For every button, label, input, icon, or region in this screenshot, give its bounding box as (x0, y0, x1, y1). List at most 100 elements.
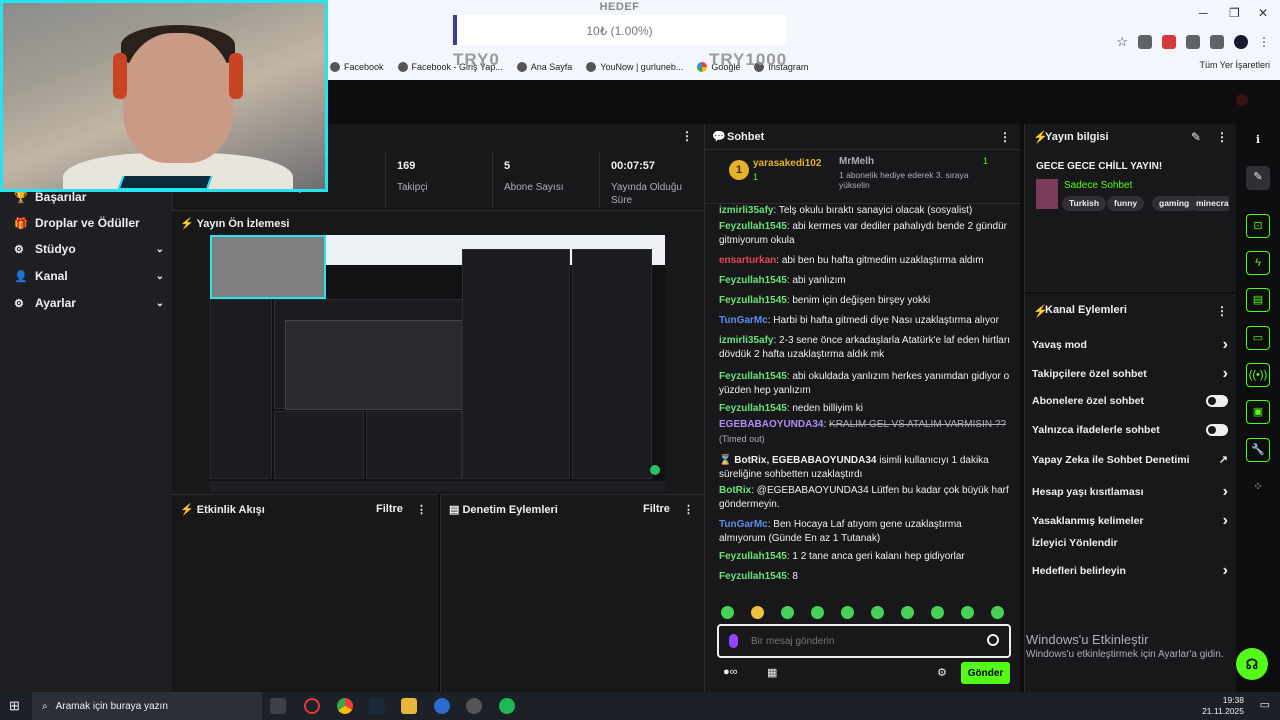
menu-icon[interactable]: ⋮ (1258, 35, 1270, 49)
profile-avatar[interactable] (1234, 35, 1248, 49)
media-icon[interactable] (1210, 35, 1224, 49)
steam-icon[interactable] (369, 698, 385, 714)
chat-username[interactable]: izmirli35afy (719, 205, 773, 216)
emote-icon[interactable] (781, 606, 794, 619)
sidebar-item-channel[interactable]: 👤 Kanal ⌄ (14, 269, 164, 283)
monitor-icon[interactable]: ▣ (1246, 400, 1270, 424)
emote-icon[interactable] (811, 606, 824, 619)
chat-username[interactable]: Feyzullah1545 (719, 221, 787, 232)
windows-start-icon[interactable]: ⊞ (9, 698, 20, 714)
chat-username[interactable]: ensarturkan (719, 255, 776, 266)
sidebar-item-settings[interactable]: ⚙ Ayarlar ⌄ (14, 296, 164, 310)
channel-action-row[interactable]: Abonelere özel sohbet (1032, 395, 1228, 407)
top-gifter-name: yarasakedi102 (753, 158, 822, 169)
microphone-icon[interactable] (729, 634, 738, 648)
channel-action-row[interactable]: Yasaklanmış kelimeler › (1032, 512, 1228, 530)
taskbar-clock[interactable]: 19:38 21.11.2025 (1202, 695, 1244, 717)
activity-filter-button[interactable]: Filtre (376, 503, 403, 515)
chevron-right-icon: › (1222, 365, 1228, 382)
moderation-filter-button[interactable]: Filtre (643, 503, 670, 515)
chat-message-input[interactable] (751, 632, 981, 650)
pencil-icon[interactable]: ✎ (1246, 166, 1270, 190)
emoji-icon[interactable] (987, 634, 999, 646)
document-icon[interactable]: ▤ (1246, 288, 1270, 312)
all-bookmarks-link[interactable]: Tüm Yer İşaretleri (1199, 60, 1270, 70)
bookmark-item[interactable]: Ana Sayfa (516, 62, 572, 72)
chat-username[interactable]: TunGarMc (719, 315, 768, 326)
extension-icon[interactable] (1138, 35, 1152, 49)
stream-info-panel: ⚡ Yayın bilgisi ✎ ⋮ GECE GECE CHİLL YAYI… (1024, 124, 1236, 292)
wrench-icon[interactable]: 🔧 (1246, 438, 1270, 462)
channel-action-row[interactable]: İzleyici Yönlendir (1032, 537, 1228, 549)
channel-action-row[interactable]: Yapay Zeka ile Sohbet Denetimi ↗ (1032, 453, 1228, 467)
chat-username[interactable]: Feyzullah1545 (719, 371, 787, 382)
bookmark-item[interactable]: Facebook (330, 62, 384, 72)
emote-icon[interactable] (931, 606, 944, 619)
broadcast-icon[interactable]: ((•)) (1246, 363, 1270, 387)
sidebar-item-achievements[interactable]: 🏆 Başarılar (14, 190, 164, 204)
more-options-icon[interactable]: ⋮ (683, 503, 694, 516)
extension-icon[interactable] (1162, 35, 1176, 49)
send-button[interactable]: Gönder (961, 662, 1010, 684)
chat-username[interactable]: TunGarMc (719, 519, 768, 530)
emote-icon[interactable] (991, 606, 1004, 619)
minimize-icon[interactable]: ─ (1199, 6, 1208, 20)
channel-action-row[interactable]: Hedefleri belirleyin › (1032, 562, 1228, 580)
chat-username[interactable]: Feyzullah1545 (719, 551, 787, 562)
channel-action-row[interactable]: Yavaş mod › (1032, 336, 1228, 354)
info-icon[interactable]: ℹ (1246, 129, 1270, 153)
emote-icon[interactable] (751, 606, 764, 619)
chat-icon[interactable]: ▭ (1246, 326, 1270, 350)
chat-username[interactable]: Feyzullah1545 (719, 403, 787, 414)
more-options-icon[interactable]: ⋮ (1216, 304, 1228, 318)
stream-preview-video[interactable] (210, 235, 665, 491)
gear-icon[interactable]: ⚙ (937, 666, 947, 679)
toggle-switch[interactable] (1206, 395, 1228, 407)
toggle-switch[interactable] (1206, 424, 1228, 436)
chat-username[interactable]: BotRix (719, 485, 751, 496)
emote-icon[interactable] (871, 606, 884, 619)
lightning-icon[interactable]: ϟ (1246, 251, 1270, 275)
more-options-icon[interactable]: ⋮ (416, 503, 427, 516)
channel-action-row[interactable]: Yalnızca ifadelerle sohbet (1032, 424, 1228, 436)
sidebar-item-studio[interactable]: ⚙ Stüdyo ⌄ (14, 242, 164, 256)
chat-username[interactable]: Feyzullah1545 (719, 295, 787, 306)
pencil-icon[interactable]: ✎ (1191, 130, 1201, 144)
chrome-icon[interactable] (337, 698, 353, 714)
points-icon[interactable]: ●∞ (723, 666, 738, 678)
chat-username[interactable]: izmirli35afy (719, 335, 773, 346)
sidebar-item-drops[interactable]: 🎁 Droplar ve Ödüller (14, 216, 164, 230)
more-options-icon[interactable]: ⋮ (999, 130, 1011, 144)
app-icon[interactable] (434, 698, 450, 714)
obs-icon[interactable] (466, 698, 482, 714)
points-icon[interactable]: ⁘ (1246, 476, 1270, 500)
puzzle-icon[interactable] (1186, 35, 1200, 49)
chat-username[interactable]: Feyzullah1545 (719, 275, 787, 286)
emote-icon[interactable] (841, 606, 854, 619)
taskbar-search[interactable]: ⌕ Aramak için buraya yazın (32, 692, 262, 720)
task-view-icon[interactable] (270, 698, 286, 714)
target-icon[interactable]: ⊡ (1246, 214, 1270, 238)
chat-username[interactable]: Feyzullah1545 (719, 571, 787, 582)
star-icon[interactable]: ☆ (1116, 34, 1128, 50)
folder-icon[interactable] (401, 698, 417, 714)
bookmark-item[interactable]: YouNow | gurluneb... (586, 62, 683, 72)
spotify-icon[interactable] (499, 698, 515, 714)
restore-icon[interactable]: ❐ (1229, 6, 1240, 20)
chat-username[interactable]: EGEBABAOYUNDA34 (719, 419, 823, 430)
emote-icon[interactable] (901, 606, 914, 619)
close-icon[interactable]: ✕ (1258, 6, 1268, 20)
emote-icon[interactable] (961, 606, 974, 619)
category-name[interactable]: Sadece Sohbet (1064, 180, 1132, 191)
webcam-frame-decoration (0, 176, 328, 192)
help-headset-icon[interactable]: ☊ (1236, 648, 1268, 680)
subs-label: Abone Sayısı (504, 182, 564, 193)
channel-action-row[interactable]: Hesap yaşı kısıtlaması › (1032, 483, 1228, 501)
store-icon[interactable]: ▦ (767, 666, 777, 679)
channel-action-row[interactable]: Takipçilere özel sohbet › (1032, 365, 1228, 383)
opera-icon[interactable] (304, 698, 320, 714)
emote-icon[interactable] (721, 606, 734, 619)
notification-icon[interactable]: ▭ (1260, 698, 1270, 711)
more-options-icon[interactable]: ⋮ (1216, 130, 1228, 144)
more-options-icon[interactable]: ⋮ (681, 129, 693, 143)
